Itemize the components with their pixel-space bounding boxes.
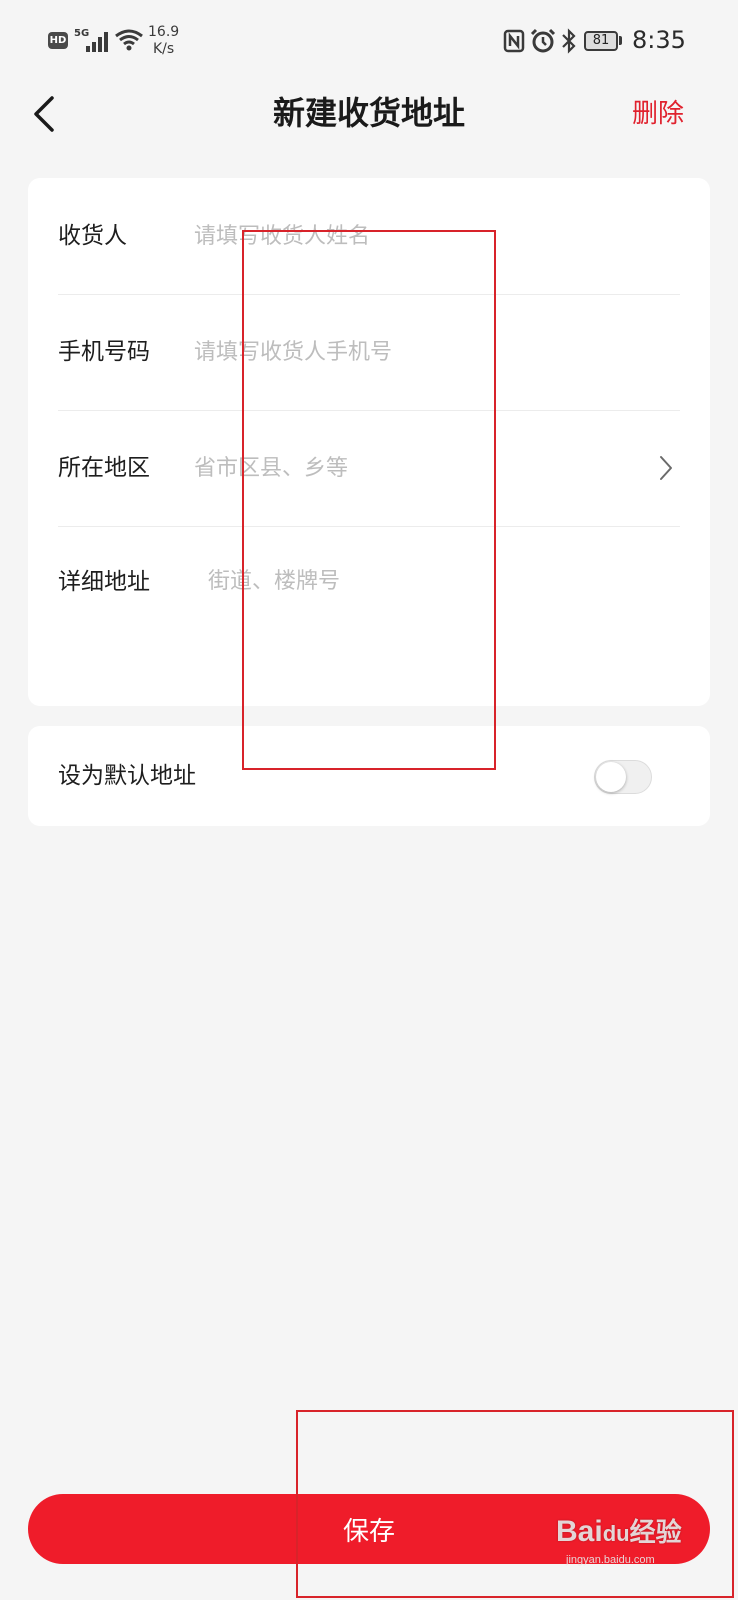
battery-icon: 81 xyxy=(584,31,618,51)
hd-indicator: HD xyxy=(48,32,68,49)
signal-icon xyxy=(86,30,110,52)
page-title: 新建收货地址 xyxy=(272,94,465,132)
back-button[interactable] xyxy=(26,92,66,136)
detail-row: 详细地址 xyxy=(58,526,680,706)
save-button[interactable]: 保存 xyxy=(28,1494,710,1564)
bluetooth-icon xyxy=(562,28,576,54)
wifi-icon xyxy=(115,29,143,51)
save-button-label: 保存 xyxy=(342,1516,395,1547)
phone-input[interactable] xyxy=(194,332,674,372)
detail-label: 详细地址 xyxy=(58,569,150,595)
address-form-card: 收货人 手机号码 所在地区 详细地址 xyxy=(28,178,710,706)
region-label: 所在地区 xyxy=(58,455,150,481)
region-input[interactable] xyxy=(194,448,634,488)
toggle-knob xyxy=(596,762,626,792)
alarm-icon xyxy=(530,28,556,53)
default-address-toggle[interactable] xyxy=(594,760,652,794)
battery-tip xyxy=(619,36,622,45)
chevron-left-icon xyxy=(34,96,54,132)
network-speed: 16.9 K/s xyxy=(148,24,179,58)
default-address-label: 设为默认地址 xyxy=(58,763,196,789)
clock: 8:35 xyxy=(632,26,686,54)
recipient-row: 收货人 xyxy=(58,178,680,295)
chevron-right-icon xyxy=(660,456,672,480)
speed-unit: K/s xyxy=(152,41,175,57)
phone-row: 手机号码 xyxy=(58,294,680,411)
region-row[interactable]: 所在地区 xyxy=(58,410,680,527)
status-bar: HD 5G 16.9 K/s 81 8:35 xyxy=(0,0,738,84)
phone-label: 手机号码 xyxy=(58,339,150,365)
default-address-card: 设为默认地址 xyxy=(28,726,710,826)
recipient-input[interactable] xyxy=(194,216,674,256)
speed-value: 16.9 xyxy=(148,24,180,40)
detail-address-input[interactable] xyxy=(208,562,674,682)
recipient-label: 收货人 xyxy=(58,223,127,249)
delete-button[interactable]: 删除 xyxy=(632,94,684,134)
nfc-icon xyxy=(503,29,525,53)
